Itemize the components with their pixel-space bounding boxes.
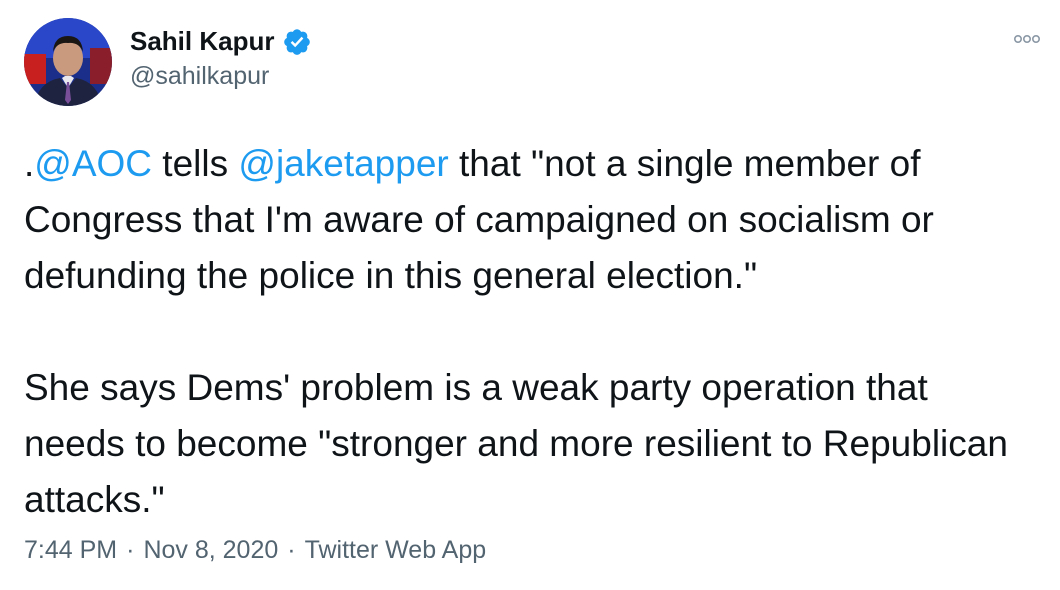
avatar[interactable]	[24, 18, 112, 106]
tweet-text-mid: tells	[152, 143, 239, 184]
avatar-image	[24, 18, 112, 106]
tweet-date[interactable]: Nov 8, 2020	[143, 536, 278, 565]
mention-aoc-link[interactable]: @AOC	[34, 143, 152, 184]
more-options-icon[interactable]	[1012, 30, 1042, 48]
verified-badge-icon	[284, 28, 311, 55]
author-name-row: Sahil Kapur	[130, 26, 312, 57]
tweet-source[interactable]: Twitter Web App	[305, 536, 487, 565]
tweet-text: .@AOC tells @jaketapper that "not a sing…	[24, 136, 1034, 528]
tweet-card: Sahil Kapur @sahilkapur .@AOC tells @jak…	[0, 0, 1060, 590]
mention-jaketapper-link[interactable]: @jaketapper	[238, 143, 448, 184]
tweet-metadata: 7:44 PM · Nov 8, 2020 · Twitter Web App	[24, 536, 486, 565]
meta-separator: ·	[287, 536, 296, 564]
author-handle[interactable]: @sahilkapur	[130, 62, 269, 91]
tweet-paragraph-1: .@AOC tells @jaketapper that "not a sing…	[24, 136, 1034, 304]
author-display-name[interactable]: Sahil Kapur	[130, 26, 274, 57]
tweet-time[interactable]: 7:44 PM	[24, 536, 117, 565]
tweet-prefix: .	[24, 143, 35, 184]
meta-separator: ·	[126, 536, 135, 564]
tweet-paragraph-2: She says Dems' problem is a weak party o…	[24, 367, 1008, 520]
